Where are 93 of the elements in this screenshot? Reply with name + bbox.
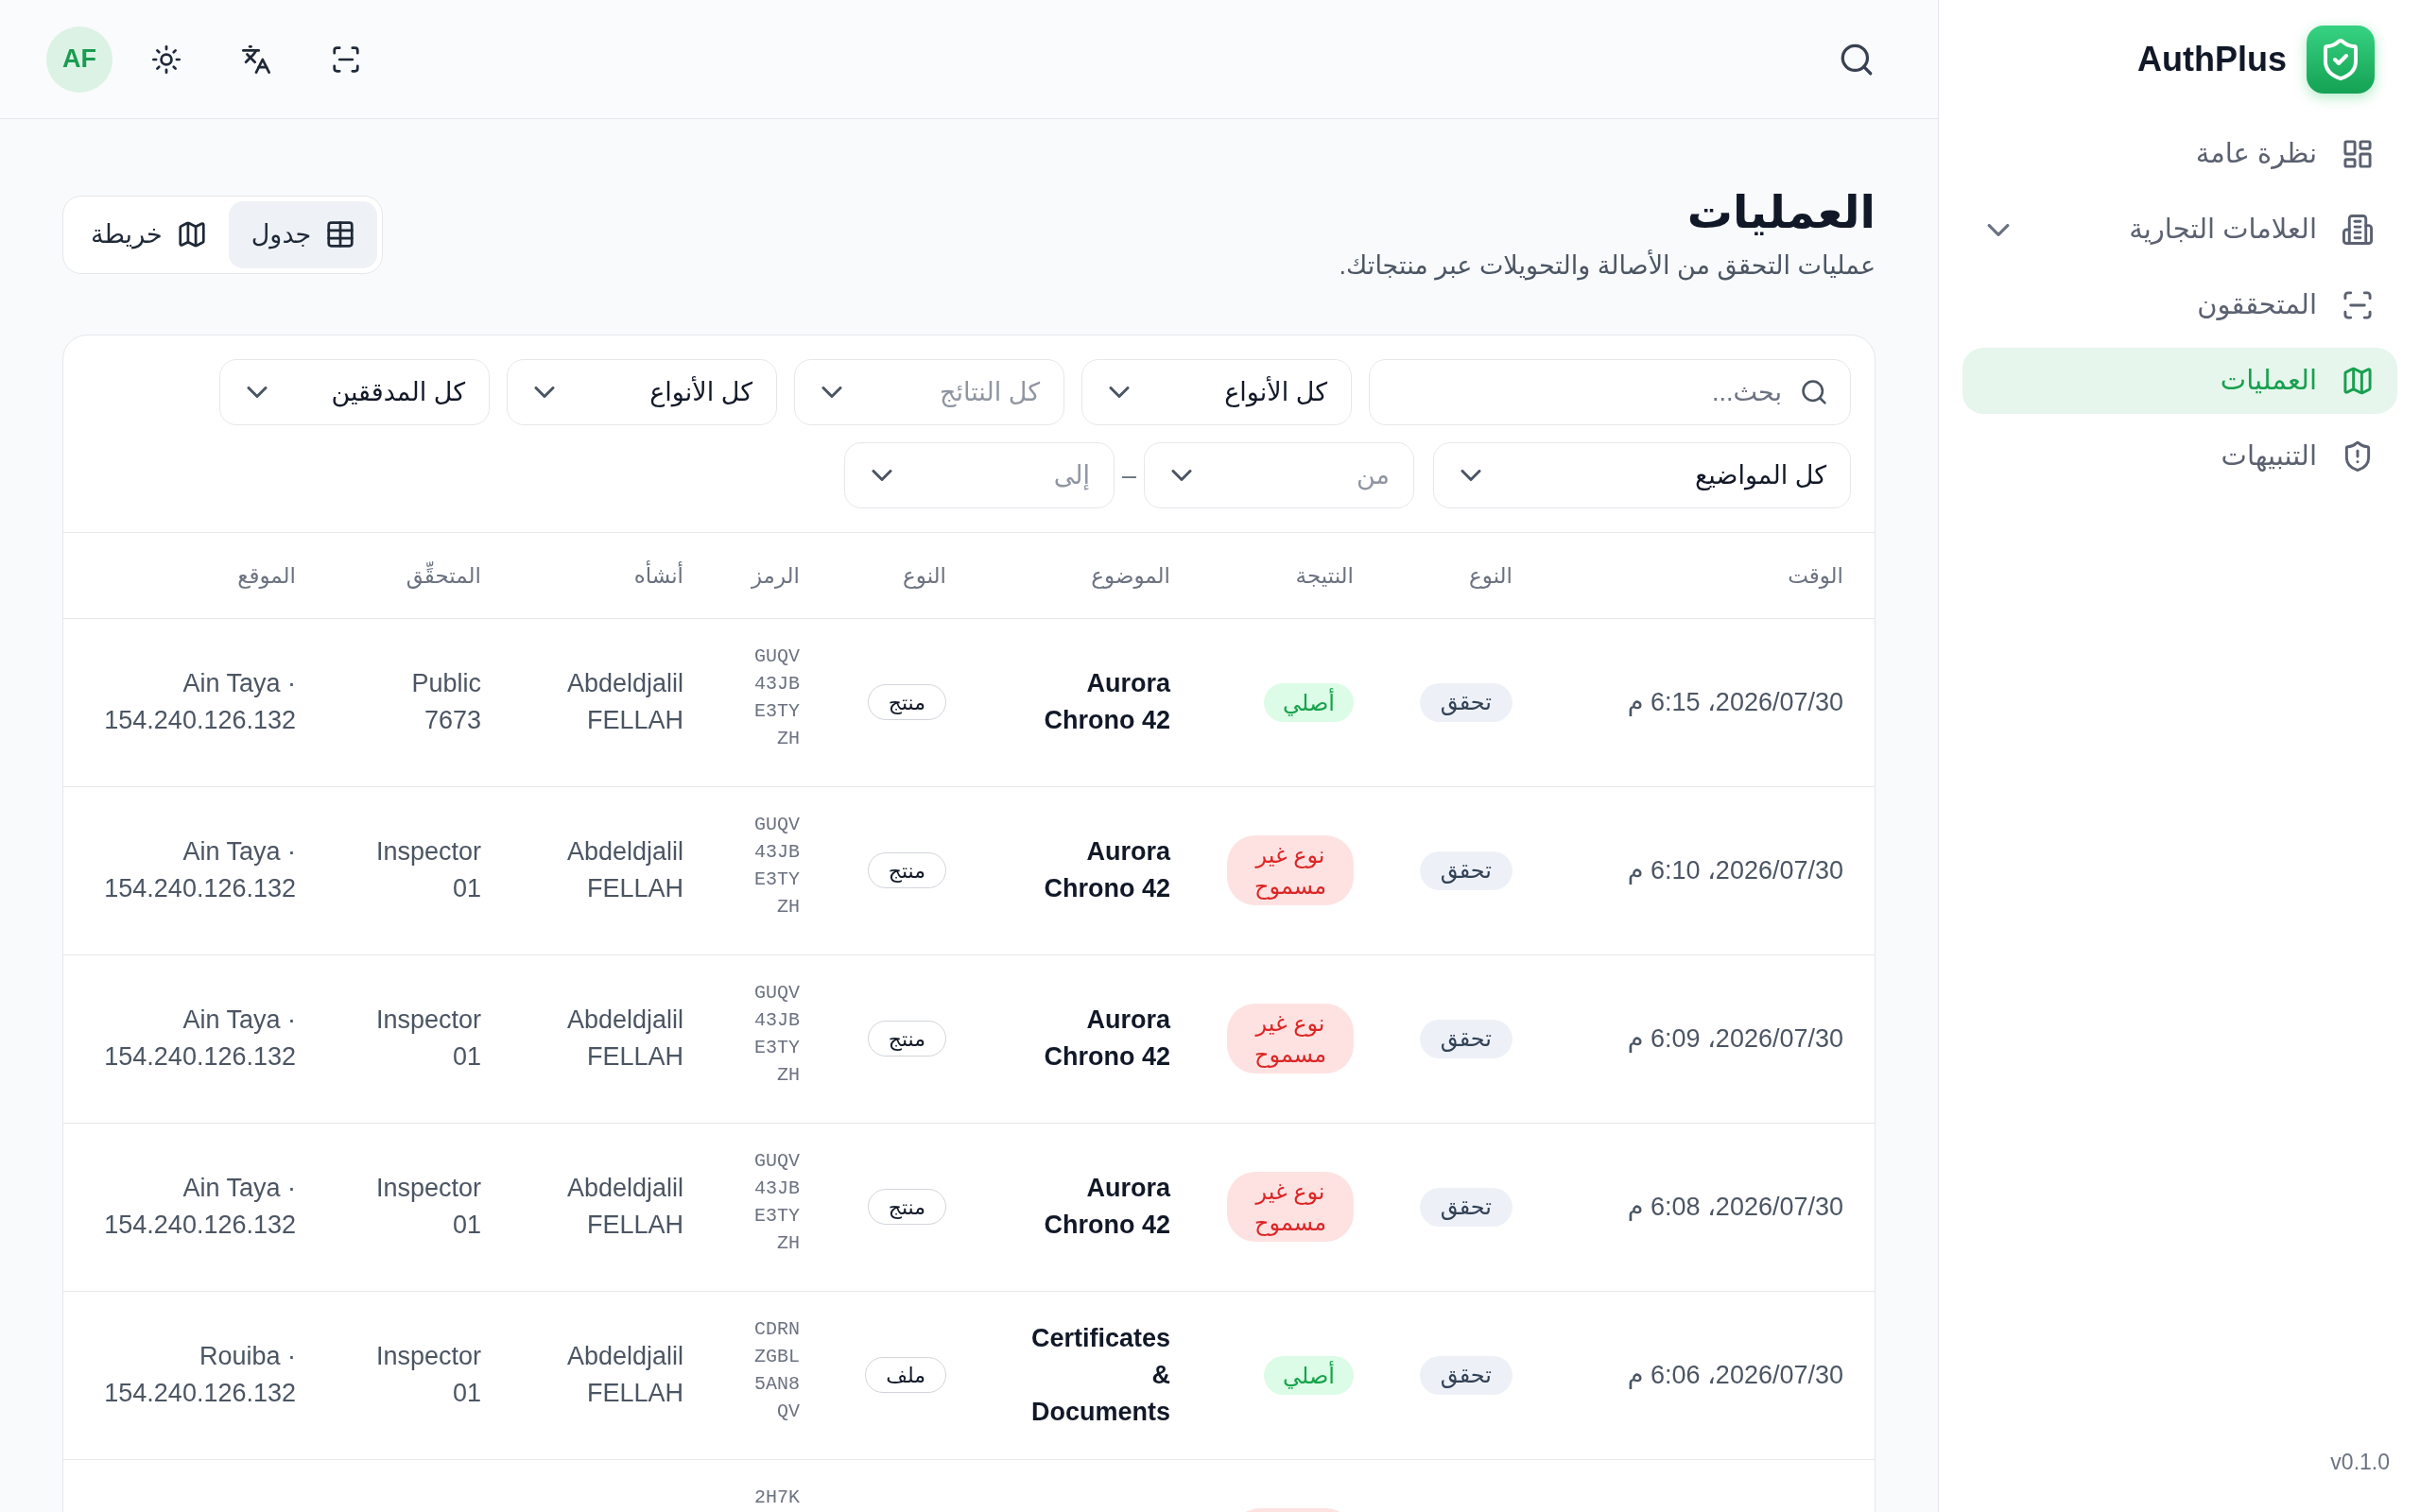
location-text: Ain Taya · 154.240.126.132 — [103, 668, 296, 736]
item-type-badge: منتج — [867, 1021, 946, 1057]
subject-name: Aurora Chrono 42 — [1043, 1005, 1170, 1073]
chevron-down-icon — [534, 387, 555, 398]
location-text: Rouiba · 154.240.126.132 — [103, 1341, 296, 1409]
creator-name: Abdeldjalil FELLAH — [565, 668, 683, 736]
creator-name: Abdeldjalil FELLAH — [565, 1005, 683, 1073]
nav-item[interactable]: التنبيهات — [1962, 423, 2397, 490]
type-badge: تحقق — [1419, 1187, 1512, 1227]
result-badge: نوع غير مسموح — [1227, 1004, 1354, 1074]
nav-item[interactable]: نظرة عامة — [1962, 121, 2397, 187]
column-header: النوع — [1469, 562, 1512, 588]
brand-name: AuthPlus — [2137, 39, 2287, 80]
chevron-down-icon — [821, 387, 842, 398]
column-header: الموضوع — [1091, 562, 1170, 588]
filter-dropdown[interactable]: كل المدققين — [219, 359, 490, 425]
scan-icon — [2342, 290, 2373, 320]
scan-icon[interactable] — [332, 44, 360, 74]
column-header: النتيجة — [1295, 562, 1354, 588]
timestamp: 2026/07/30، 6:15 م — [1627, 687, 1843, 716]
column-header: المتحقِّق — [406, 562, 481, 588]
subject-name: Aurora Chrono 42 — [1043, 1173, 1170, 1241]
verifier-name: Inspector 01 — [374, 1341, 481, 1409]
type-badge: تحقق — [1419, 850, 1512, 890]
verifier-name: Inspector 01 — [374, 1173, 481, 1241]
type-badge: تحقق — [1419, 682, 1512, 722]
verifier-name: Public 7673 — [410, 668, 481, 736]
chevron-down-icon — [247, 387, 268, 398]
result-badge: نوع غير مسموح — [1227, 1172, 1354, 1242]
column-header: أنشأه — [633, 562, 683, 588]
nav-item[interactable]: العلامات التجارية — [1962, 197, 2397, 263]
view-tab[interactable]: جدول — [228, 200, 378, 268]
version-label: v0.1.0 — [2330, 1448, 2390, 1476]
column-header: الرمز — [751, 562, 800, 588]
code-text: GUQV43JBE3TYZH — [753, 1148, 800, 1256]
search-icon — [1801, 379, 1827, 405]
range-separator: – — [1121, 459, 1136, 491]
chevron-down-icon — [1109, 387, 1130, 398]
item-type-badge: منتج — [867, 1189, 946, 1225]
search-icon[interactable] — [1840, 42, 1874, 77]
result-badge: أصلي — [1264, 1355, 1354, 1395]
search-input[interactable]: بحث... — [1392, 372, 1782, 412]
page-title: العمليات — [1685, 186, 1876, 239]
verifier-name: Inspector 01 — [374, 836, 481, 904]
search-field[interactable]: بحث... — [1369, 359, 1851, 425]
filter-dropdown[interactable]: كل الأنواع — [1081, 359, 1352, 425]
timestamp: 2026/07/30، 6:06 م — [1627, 1360, 1843, 1389]
result-badge: نوع غير مسموح — [1227, 835, 1354, 905]
nav-item[interactable]: المتحققون — [1962, 272, 2397, 338]
location-text: Ain Taya · 154.240.126.132 — [103, 1005, 296, 1073]
code-text: GUQV43JBE3TYZH — [753, 644, 800, 751]
timestamp: 2026/07/30، 6:09 م — [1627, 1023, 1843, 1053]
map-icon — [2342, 366, 2373, 396]
chevron-down-icon — [1171, 470, 1192, 481]
column-header: الموقع — [237, 562, 296, 588]
filter-dropdown[interactable]: كل المواضيع — [1433, 442, 1851, 508]
column-header: النوع — [903, 562, 946, 588]
type-badge: تحقق — [1419, 1019, 1512, 1058]
code-text: 2H7K — [753, 1485, 800, 1510]
location-text: Ain Taya · 154.240.126.132 — [103, 1173, 296, 1241]
filter-dropdown[interactable]: كل الأنواع — [507, 359, 777, 425]
view-tab[interactable]: خريطة — [68, 200, 229, 268]
chevron-down-icon[interactable] — [1987, 223, 2010, 236]
verifier-name: Inspector 01 — [374, 1005, 481, 1073]
code-text: CDRNZGBL5AN8QV — [753, 1316, 800, 1424]
building-icon — [2342, 215, 2373, 245]
location-text: Ain Taya · 154.240.126.132 — [103, 836, 296, 904]
shield-check-logo-icon — [2307, 26, 2375, 94]
item-type-badge: منتج — [867, 852, 946, 888]
sun-icon[interactable] — [152, 44, 181, 74]
timestamp: 2026/07/30، 6:08 م — [1627, 1192, 1843, 1221]
creator-name: Abdeldjalil FELLAH — [565, 1341, 683, 1409]
chevron-down-icon — [1461, 470, 1481, 481]
subject-name: Aurora Chrono 42 — [1043, 668, 1170, 736]
creator-name: Abdeldjalil FELLAH — [565, 836, 683, 904]
subject-name: Aurora Chrono 42 — [1043, 836, 1170, 904]
page-subtitle: عمليات التحقق من الأصالة والتحويلات عبر منتجاتك. — [1339, 249, 1876, 283]
timestamp: 2026/07/30، 6:10 م — [1627, 855, 1843, 885]
code-text: GUQV43JBE3TYZH — [753, 980, 800, 1088]
code-text: GUQV43JBE3TYZH — [753, 812, 800, 919]
result-badge: أصلي — [1264, 682, 1354, 722]
shield-alert-icon — [2342, 441, 2373, 472]
column-header: الوقت — [1788, 562, 1843, 588]
table-icon — [326, 220, 355, 249]
subject-name: Certificates & Documents — [1029, 1322, 1170, 1428]
item-type-badge: ملف — [865, 1357, 946, 1393]
creator-name: Abdeldjalil FELLAH — [565, 1173, 683, 1241]
translate-icon[interactable] — [242, 44, 270, 74]
item-type-badge: منتج — [867, 684, 946, 720]
map-icon — [177, 220, 206, 249]
type-badge: تحقق — [1419, 1355, 1512, 1395]
chevron-down-icon — [871, 470, 892, 481]
dashboard-icon — [2342, 139, 2373, 169]
